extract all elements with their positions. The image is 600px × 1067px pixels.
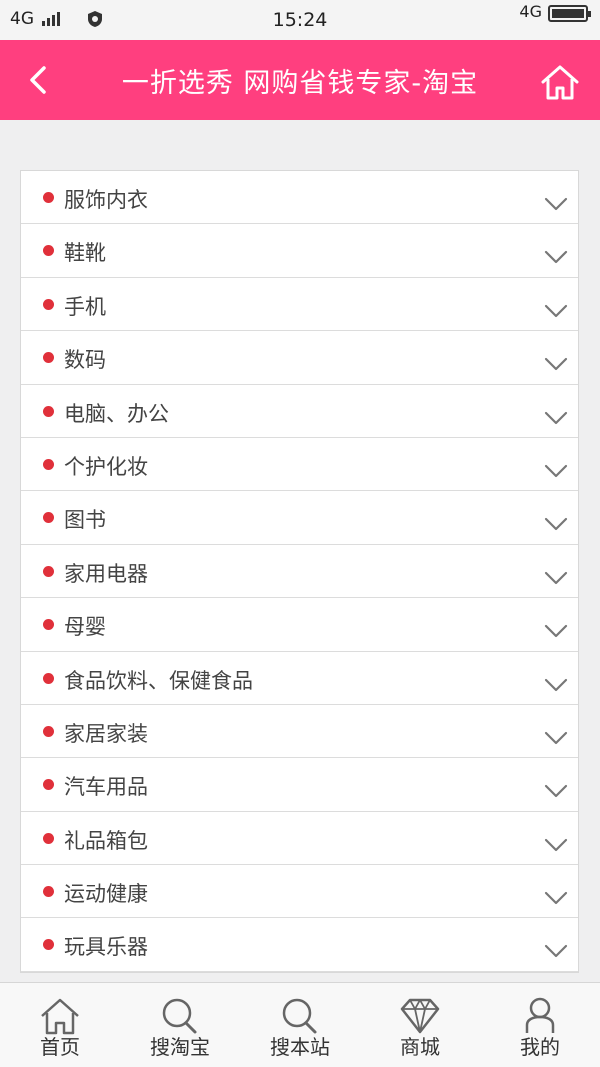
category-item[interactable]: 图书 (21, 491, 578, 545)
category-label: 运动健康 (64, 882, 148, 907)
category-label: 家用电器 (64, 561, 148, 586)
chevron-down-icon[interactable] (544, 838, 568, 852)
category-item[interactable]: 礼品箱包 (21, 811, 578, 866)
tab-search-taobao[interactable]: 搜淘宝 (120, 983, 240, 1067)
chevron-down-icon[interactable] (544, 250, 568, 264)
bullet-dot (43, 192, 54, 203)
chevron-down-icon[interactable] (544, 411, 568, 425)
diamond-icon (400, 998, 440, 1034)
app-header: 一折选秀 网购省钱专家-淘宝 (0, 40, 600, 120)
tab-label: 搜本站 (270, 1035, 330, 1059)
tab-home[interactable]: 首页 (0, 983, 120, 1067)
category-label: 鞋靴 (64, 241, 106, 266)
bottom-tab-bar: 首页 搜淘宝 搜本站 商城 我的 (0, 982, 600, 1067)
bullet-dot (43, 832, 54, 844)
bullet-dot (43, 512, 54, 524)
chevron-down-icon[interactable] (544, 464, 568, 478)
status-right: 4G (519, 1, 591, 22)
chevron-down-icon[interactable] (544, 357, 568, 371)
chevron-down-icon[interactable] (544, 784, 568, 798)
category-item[interactable]: 汽车用品 (21, 758, 578, 812)
bullet-dot (43, 779, 54, 791)
category-item[interactable]: 运动健康 (21, 865, 578, 919)
category-item[interactable]: 家居家装 (21, 704, 578, 759)
category-label: 服饰内衣 (64, 188, 148, 212)
category-item[interactable]: 服饰内衣 (21, 171, 578, 225)
bullet-dot (43, 458, 54, 470)
tab-label: 我的 (520, 1035, 560, 1059)
chevron-down-icon[interactable] (544, 678, 568, 692)
category-item[interactable]: 母婴 (21, 598, 578, 652)
search-icon (162, 998, 197, 1034)
category-label: 个护化妆 (64, 454, 148, 479)
category-item[interactable]: 家用电器 (21, 544, 578, 599)
bullet-dot (43, 245, 54, 257)
category-label: 礼品箱包 (64, 828, 148, 853)
category-label: 数码 (64, 348, 106, 373)
chevron-down-icon[interactable] (544, 571, 568, 585)
category-label: 家居家装 (64, 721, 148, 746)
page-title: 一折选秀 网购省钱专家-淘宝 (121, 68, 479, 99)
bullet-dot (43, 405, 54, 417)
tab-mine[interactable]: 我的 (480, 983, 600, 1067)
chevron-down-icon[interactable] (544, 197, 568, 211)
category-label: 图书 (64, 508, 106, 533)
category-item[interactable]: 食品饮料、保健食品 (21, 651, 578, 705)
bullet-dot (43, 939, 54, 951)
clock: 15:24 (272, 9, 328, 31)
chevron-down-icon[interactable] (544, 944, 568, 958)
bullet-dot (43, 619, 54, 631)
user-icon (525, 997, 555, 1033)
category-label: 电脑、办公 (64, 401, 169, 426)
chevron-down-icon[interactable] (544, 624, 568, 638)
chevron-down-icon[interactable] (544, 891, 568, 905)
bullet-dot (43, 725, 54, 737)
tab-search-site[interactable]: 搜本站 (240, 983, 360, 1067)
status-bar: 4G 15:24 4G (0, 0, 600, 40)
bullet-dot (43, 352, 54, 364)
category-list: 服饰内衣鞋靴手机数码电脑、办公个护化妆图书家用电器母婴食品饮料、保健食品 家居家装… (20, 170, 579, 973)
tab-label: 商城 (400, 1035, 440, 1059)
bullet-dot (43, 672, 54, 684)
category-item[interactable]: 电脑、办公 (21, 384, 578, 438)
category-item[interactable]: 玩具乐器 (21, 918, 578, 972)
network-type-right: 4G (519, 1, 542, 21)
category-label: 汽车用品 (64, 775, 148, 800)
chevron-down-icon[interactable] (544, 731, 568, 745)
tab-label: 搜淘宝 (150, 1035, 210, 1059)
category-item[interactable]: 鞋靴 (21, 224, 578, 278)
bullet-dot (43, 298, 54, 310)
home-icon[interactable] (540, 62, 580, 102)
chevron-down-icon[interactable] (544, 304, 568, 318)
battery-icon (548, 5, 591, 22)
category-item[interactable]: 数码 (21, 331, 578, 385)
tab-mall[interactable]: 商城 (360, 983, 480, 1067)
chevron-down-icon[interactable] (544, 517, 568, 531)
tab-label: 首页 (40, 1035, 80, 1059)
home-icon (41, 998, 79, 1035)
category-item[interactable]: 手机 (21, 277, 578, 332)
category-label: 手机 (64, 294, 106, 319)
category-item[interactable]: 个护化妆 (21, 437, 578, 492)
category-label: 食品饮料、保健食品 (64, 668, 253, 693)
category-label: 母婴 (64, 615, 106, 640)
bullet-dot (43, 886, 54, 898)
search-icon (282, 998, 317, 1034)
category-label: 玩具乐器 (64, 935, 148, 960)
bullet-dot (43, 565, 54, 577)
